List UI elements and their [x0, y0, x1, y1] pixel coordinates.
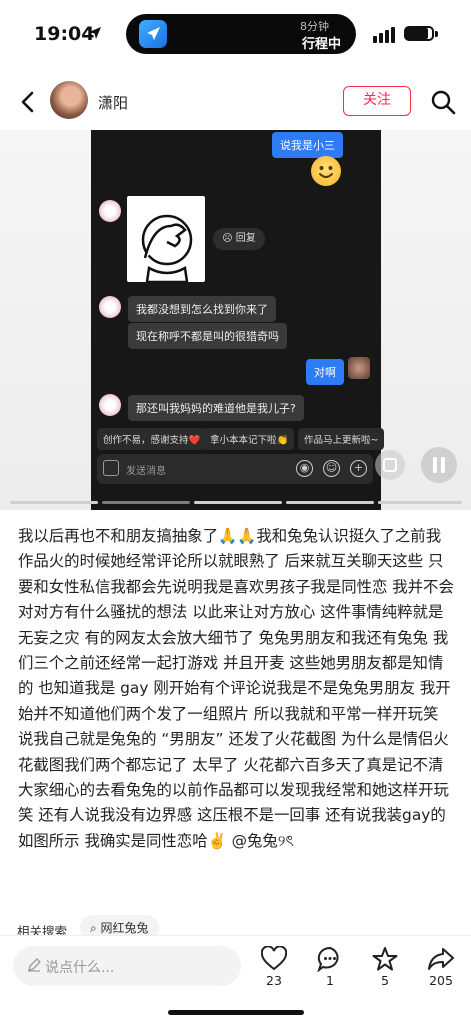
progress-segment	[286, 501, 374, 504]
keyboard-icon	[103, 460, 119, 476]
like-count: 23	[266, 973, 282, 988]
location-arrow-icon	[89, 27, 101, 39]
heart-icon[interactable]	[261, 946, 287, 972]
chat-message-sent: 说我是小三	[272, 132, 343, 158]
share-count: 205	[429, 973, 453, 988]
chat-input-placeholder: 发送消息	[126, 466, 166, 477]
quick-reply-chip: 作品马上更新啦~	[298, 428, 385, 450]
chat-message-sent: 对啊	[306, 359, 344, 385]
comment-count: 1	[326, 973, 334, 988]
progress-segment	[378, 501, 462, 504]
voice-icon: ◉	[296, 460, 313, 477]
author-avatar[interactable]	[50, 81, 88, 119]
chat-message-received: 那还叫我妈妈的难道他是我儿子?	[128, 395, 304, 421]
chat-avatar	[99, 200, 121, 222]
reply-label: 回复	[235, 233, 256, 244]
star-count: 5	[381, 973, 389, 988]
pen-icon	[28, 958, 41, 972]
facepalm-sticker	[127, 196, 205, 282]
screenshot-icon[interactable]	[375, 450, 405, 480]
pause-icon	[433, 457, 445, 473]
progress-segment	[194, 501, 282, 504]
navigation-app-icon	[139, 20, 167, 48]
quick-reply-chip: 创作不易，感谢支持❤️	[97, 428, 207, 450]
post-body: 我以后再也不和朋友搞抽象了🙏🙏我和兔兔认识挺久了之前我作品火的时候她经常评论所以…	[18, 527, 454, 850]
comment-placeholder: 说点什么...	[45, 960, 115, 976]
share-icon[interactable]	[428, 946, 454, 972]
search-icon[interactable]	[430, 89, 456, 115]
smile-emoji-icon	[311, 156, 341, 186]
battery-cap	[435, 31, 438, 37]
progress-segment	[10, 501, 98, 504]
chat-avatar-self	[348, 357, 370, 379]
island-minutes: 8分钟	[300, 20, 329, 33]
home-indicator[interactable]	[168, 1010, 304, 1015]
back-icon[interactable]	[18, 90, 38, 114]
star-icon[interactable]	[372, 946, 398, 972]
battery-level	[406, 28, 428, 39]
status-time: 19:04	[34, 23, 95, 45]
reply-pill: ☹ 回复	[213, 228, 265, 250]
island-trip-label: 行程中	[302, 37, 342, 52]
comment-icon[interactable]	[317, 946, 343, 972]
signal-icon	[373, 27, 395, 43]
emoji-icon: ☺	[323, 460, 340, 477]
chat-avatar	[99, 296, 121, 318]
quick-reply-chip: 拿小本本记下啦👏	[204, 428, 295, 450]
author-name[interactable]: 潇阳	[98, 92, 128, 113]
chat-message-received: 我都没想到怎么找到你来了	[128, 296, 276, 322]
progress-segment-active	[102, 501, 190, 504]
follow-button[interactable]: 关注	[343, 86, 411, 116]
chat-message-received: 现在称呼不都是叫的很猎奇吗	[128, 323, 287, 349]
chat-avatar	[99, 394, 121, 416]
plus-icon: +	[350, 460, 367, 477]
related-search-text: 网红兔兔	[100, 921, 149, 935]
